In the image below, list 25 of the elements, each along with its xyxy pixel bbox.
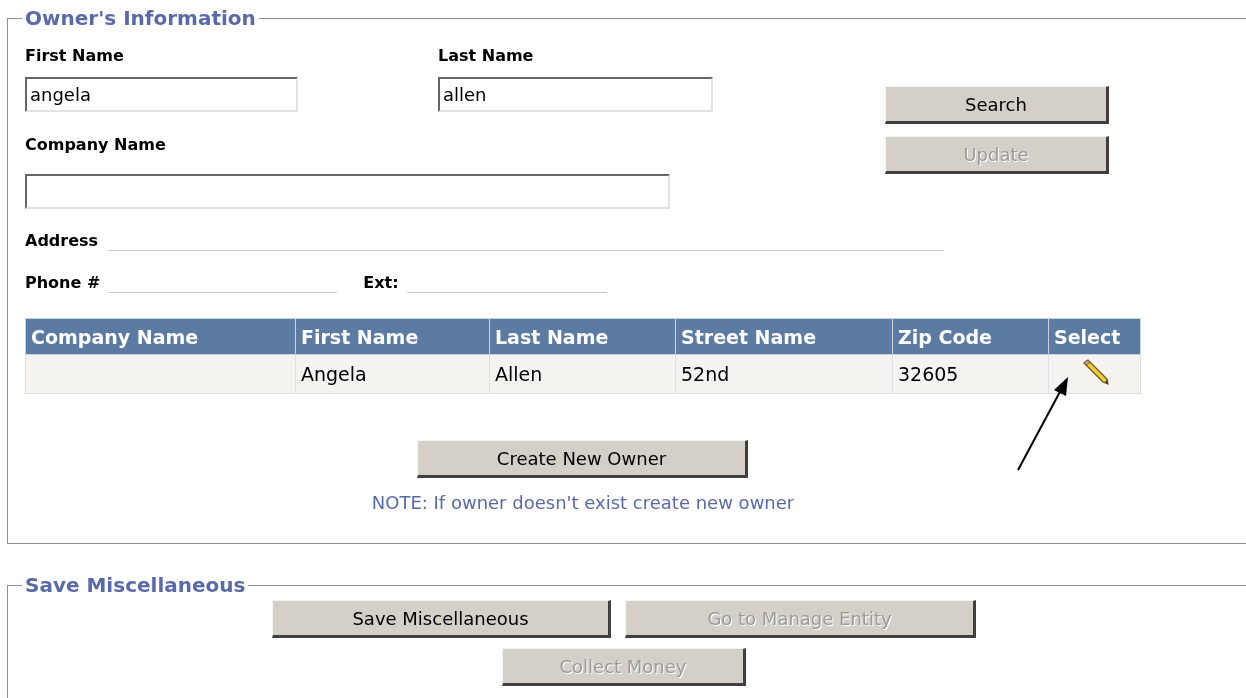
section-title: Save Miscellaneous — [24, 573, 247, 597]
column-header: Zip Code — [892, 318, 1049, 355]
button[interactable]: Save Miscellaneous — [272, 600, 611, 638]
column-header: Select — [1048, 318, 1141, 355]
column-header: Last Name — [489, 318, 676, 355]
field-label: First Name — [25, 46, 125, 66]
section-title: Owner's Information — [24, 6, 257, 30]
column-header: Street Name — [675, 318, 893, 355]
first-name-field[interactable]: angela — [25, 77, 298, 112]
note-text: NOTE: If owner doesn't exist create new owner — [371, 492, 795, 513]
last-name-field[interactable]: allen — [438, 77, 713, 112]
button[interactable]: Search — [885, 86, 1109, 124]
field-label: Company Name — [25, 135, 167, 155]
field-label: Phone # — [25, 273, 101, 293]
field-label: Last Name — [438, 46, 534, 66]
table-cell: Angela — [295, 354, 490, 394]
company-name-field[interactable] — [25, 174, 670, 209]
column-header: First Name — [295, 318, 490, 355]
field-label: Address — [25, 231, 99, 251]
field-label: Ext: — [363, 273, 399, 293]
table-cell: Allen — [489, 354, 676, 394]
column-header: Company Name — [25, 318, 296, 355]
button[interactable]: Create New Owner — [417, 440, 748, 478]
table-cell: 52nd — [675, 354, 893, 394]
table-cell: 32605 — [892, 354, 1049, 394]
